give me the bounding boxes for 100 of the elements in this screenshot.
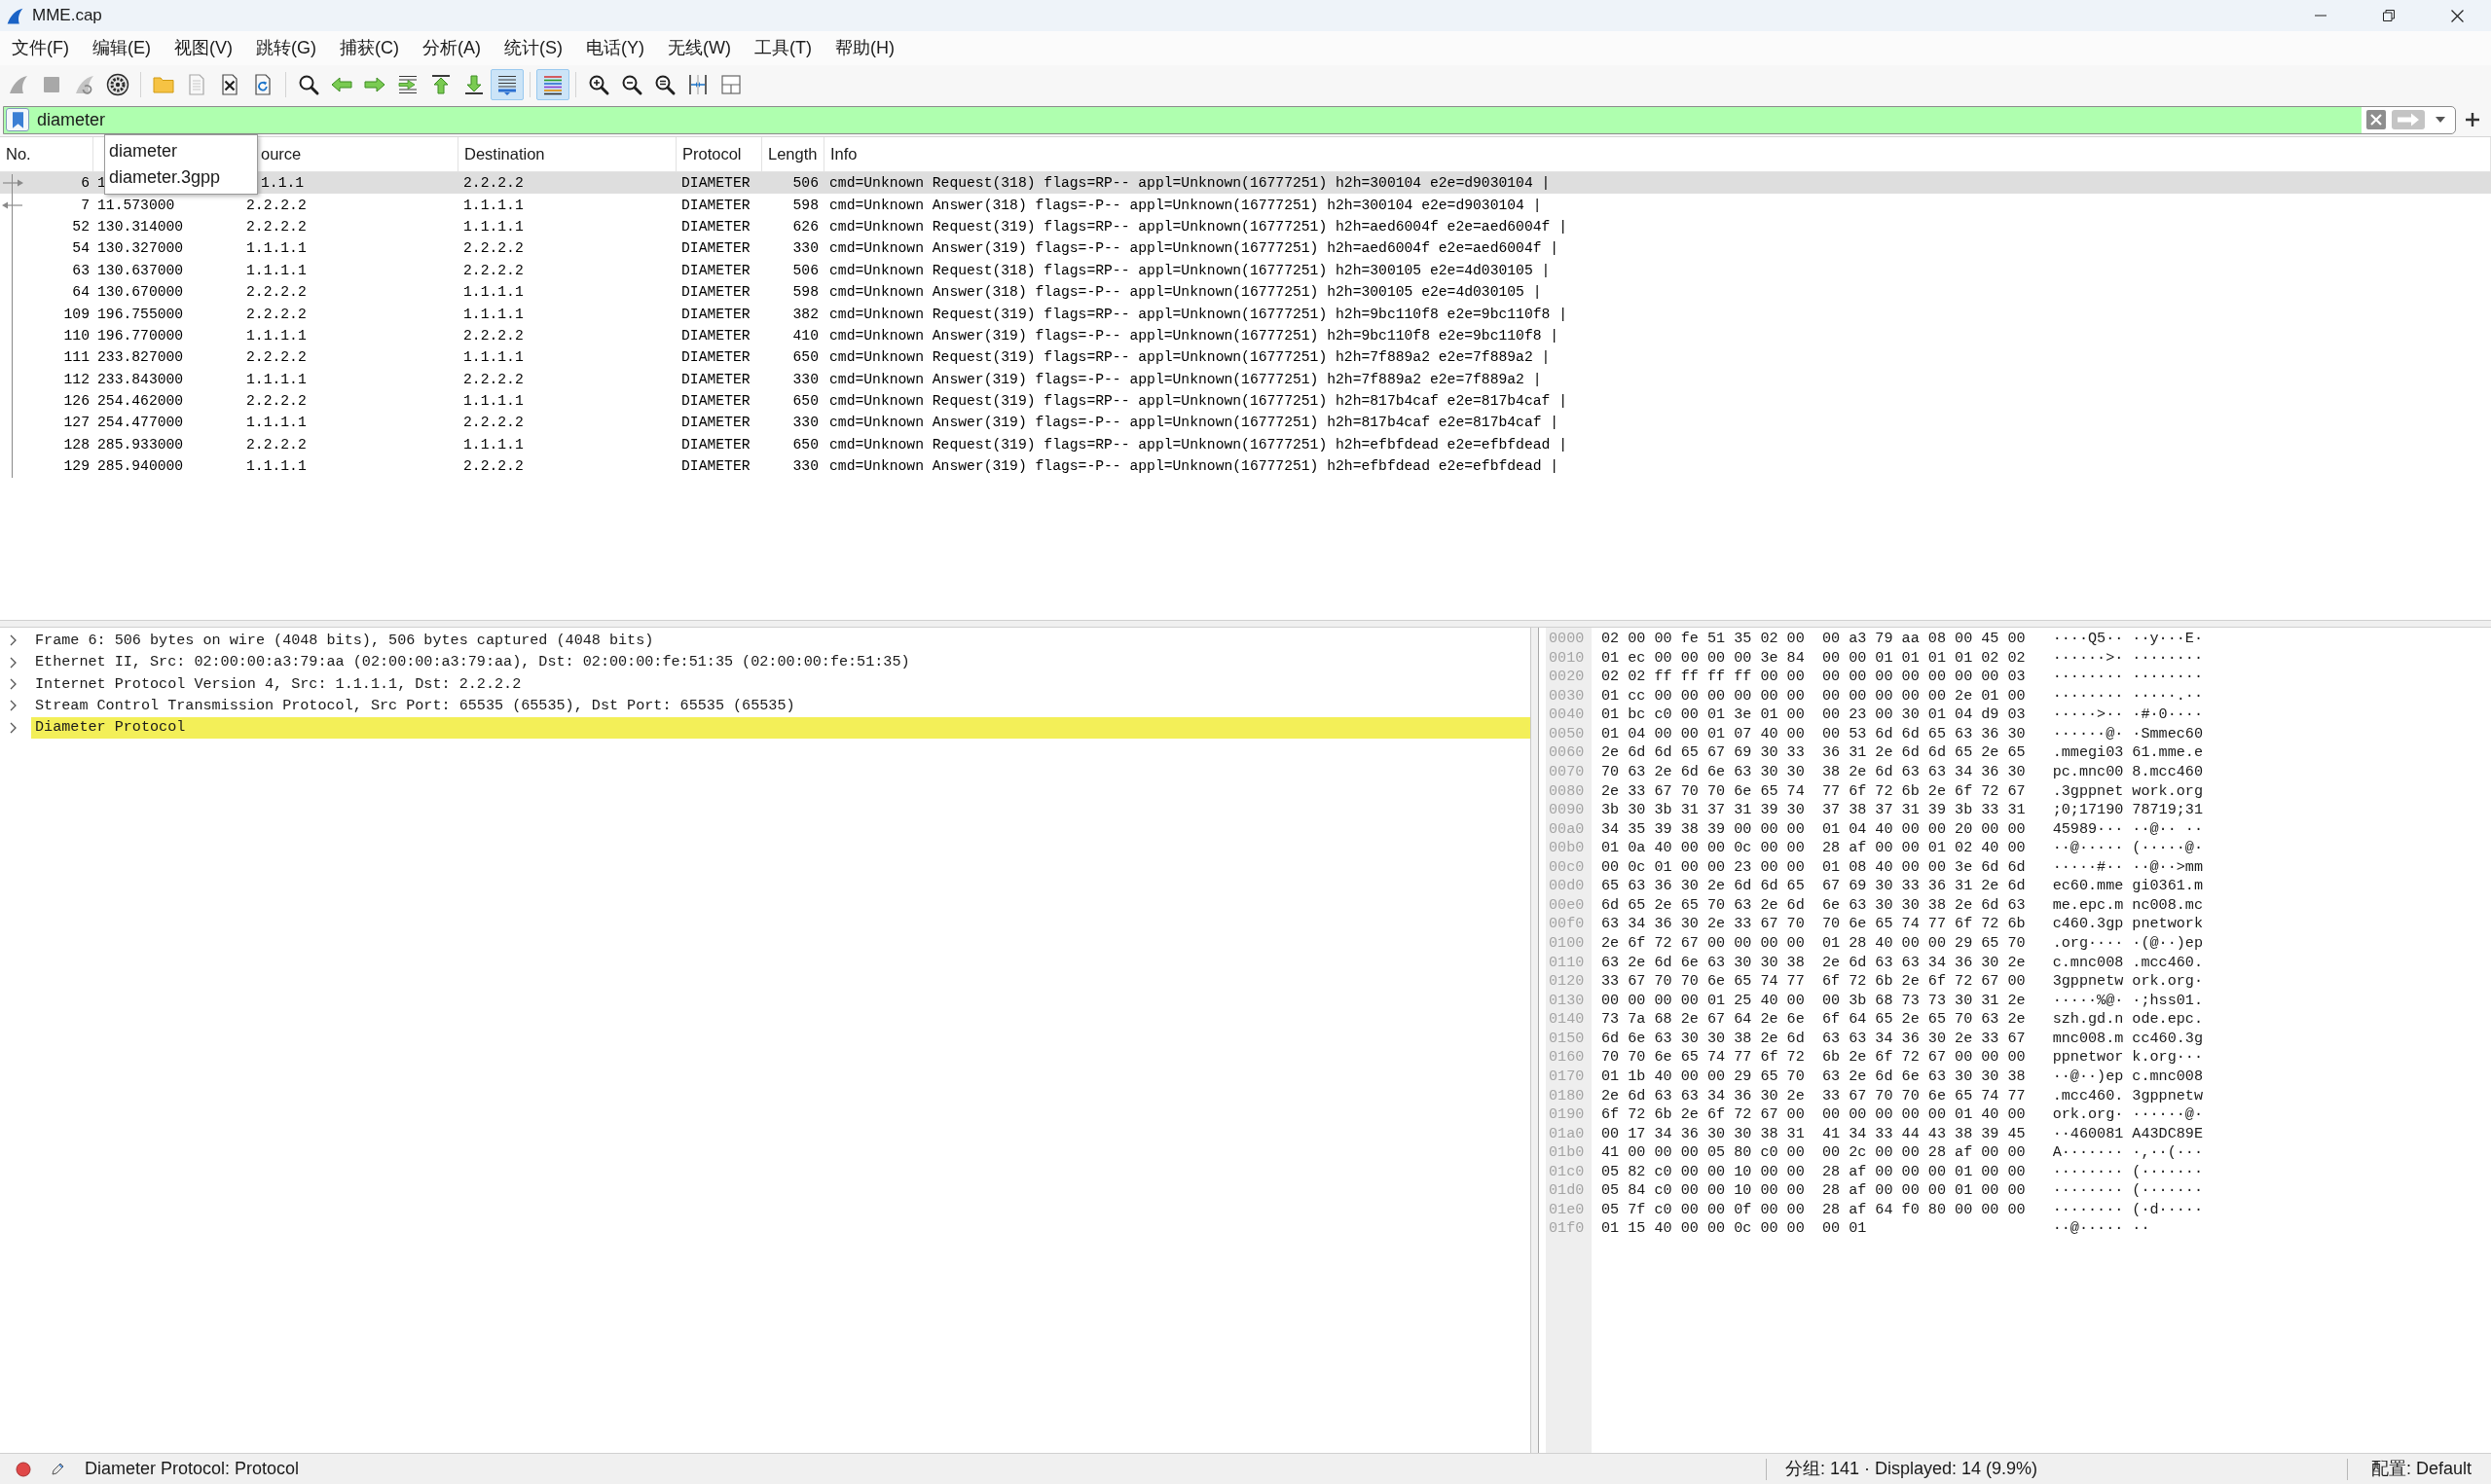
menu-item[interactable]: 工具(T) <box>742 32 824 64</box>
timestamp: 254.477000 <box>97 414 184 433</box>
menu-item[interactable]: 统计(S) <box>493 32 574 64</box>
colorize-button[interactable] <box>536 68 569 100</box>
hex-bytes: 02 02 ff ff ff ff 00 00 00 00 00 00 00 00 00 03 <box>1601 668 2026 687</box>
menu-item[interactable]: 电话(Y) <box>574 32 656 64</box>
ascii-text: ········ ·····.·· <box>2052 686 2203 706</box>
hex-bytes: 05 82 c0 00 00 10 00 00 28 af 00 00 00 01 00 00 <box>1601 1162 2026 1182</box>
destination-address: 2.2.2.2 <box>463 370 524 389</box>
menu-item[interactable]: 分析(A) <box>411 32 493 64</box>
profile-label[interactable]: 配置: Default <box>2371 1456 2473 1482</box>
source-address: 1.1.1.1 <box>246 370 307 389</box>
source-address: 1.1.1 <box>261 174 305 194</box>
packet-number: 128 <box>63 435 91 454</box>
status-dot-icon[interactable] <box>16 1461 31 1477</box>
clear-filter-button[interactable] <box>2365 108 2387 131</box>
protocol-name: DIAMETER <box>681 414 751 433</box>
byte-offset: 00c0 <box>1549 857 1585 878</box>
timestamp: 1 <box>97 174 106 194</box>
tree-item[interactable]: Internet Protocol Version 4, Src: 1.1.1.1, Dst: 2.2.2.2 <box>31 672 1530 696</box>
packet-row[interactable]: 112 233.843000 1.1.1.1 2.2.2.2 DIAMETER 330 cmd=Unknown Answer(319) flags=-P-- appl=Unknown(16777251) h2h=7f889a2 e2e=7f889a2 | <box>0 368 2491 390</box>
byte-offset: 0130 <box>1549 991 1585 1011</box>
pencil-icon[interactable] <box>50 1461 65 1477</box>
packet-info: cmd=Unknown Request(319) flags=RP-- appl=Unknown(16777251) h2h=7f889a2 e2e=7f889a2 | <box>829 348 1551 368</box>
menu-item[interactable]: 跳转(G) <box>244 32 328 64</box>
clear-icon <box>2366 110 2386 129</box>
packet-row[interactable]: 64 130.670000 2.2.2.2 1.1.1.1 DIAMETER 598 cmd=Unknown Answer(318) flags=-P-- appl=Unknown(16777251) h2h=300105 e2e=4d030105 | <box>0 280 2491 304</box>
window-title: MME.cap <box>32 5 102 27</box>
tree-item[interactable]: Ethernet II, Src: 02:00:00:a3:79:aa (02:00:00:a3:79:aa), Dst: 02:00:00:fe:51:35 (02:00:00:fe:51:35) <box>31 651 1530 673</box>
ascii-text: ··460081 A43DC89E <box>2052 1124 2203 1144</box>
destination-address: 2.2.2.2 <box>463 174 524 194</box>
ascii-text: mnc008.m cc460.3g <box>2052 1029 2203 1049</box>
timestamp: 11.573000 <box>97 196 175 215</box>
timestamp: 233.827000 <box>97 348 184 368</box>
columns-icon <box>686 72 710 96</box>
packet-row[interactable]: 63 130.637000 1.1.1.1 2.2.2.2 DIAMETER 506 cmd=Unknown Request(318) flags=RP-- appl=Unknown(16777251) h2h=300105 e2e=4d030105 | <box>0 259 2491 281</box>
ascii-text: .org···· ·(@··)ep <box>2052 934 2203 954</box>
column-header[interactable]: Destination <box>458 137 677 171</box>
packet-row[interactable]: 111 233.827000 2.2.2.2 1.1.1.1 DIAMETER 650 cmd=Unknown Request(319) flags=RP-- appl=Unknown(16777251) h2h=7f889a2 e2e=7f889a2 | <box>0 346 2491 369</box>
packet-row[interactable]: 126 254.462000 2.2.2.2 1.1.1.1 DIAMETER 650 cmd=Unknown Request(319) flags=RP-- appl=Unknown(16777251) h2h=817b4caf e2e=817b4caf | <box>0 389 2491 413</box>
packet-row[interactable]: 52 130.314000 2.2.2.2 1.1.1.1 DIAMETER 626 cmd=Unknown Request(319) flags=RP-- appl=Unknown(16777251) h2h=aed6004f e2e=aed6004f | <box>0 215 2491 238</box>
chevron-right-icon[interactable] <box>10 656 18 669</box>
menu-item[interactable]: 文件(F) <box>0 32 81 64</box>
byte-offset: 00b0 <box>1549 839 1585 858</box>
chevron-right-icon[interactable] <box>10 700 18 712</box>
display-filter-field[interactable]: diameter <box>4 106 2362 133</box>
packet-length: 650 <box>792 392 819 412</box>
menu-item[interactable]: 捕获(C) <box>328 32 411 64</box>
auto-scroll-button[interactable] <box>491 68 524 100</box>
caret-down-icon <box>2436 117 2445 123</box>
byte-offset: 0140 <box>1549 1010 1585 1030</box>
hex-bytes: 01 0a 40 00 00 0c 00 00 28 af 00 00 01 02 40 00 <box>1601 839 2026 858</box>
chevron-right-icon[interactable] <box>10 634 18 647</box>
packet-length: 410 <box>792 326 819 345</box>
destination-address: 1.1.1.1 <box>463 283 524 303</box>
column-header[interactable]: Info <box>824 137 2491 171</box>
chevron-right-icon[interactable] <box>10 721 18 734</box>
source-address: 2.2.2.2 <box>246 435 307 454</box>
packet-row[interactable]: 7 11.573000 2.2.2.2 1.1.1.1 DIAMETER 598 cmd=Unknown Answer(318) flags=-P-- appl=Unknown(16777251) h2h=300104 e2e=d9030104 | <box>0 194 2491 216</box>
menu-item[interactable]: 无线(W) <box>656 32 743 64</box>
column-header[interactable]: Length <box>762 137 824 171</box>
timestamp: 285.940000 <box>97 457 184 477</box>
tree-item[interactable]: Diameter Protocol <box>31 716 1530 739</box>
source-address: 1.1.1.1 <box>246 239 307 259</box>
grid-icon <box>719 72 743 96</box>
tree-item[interactable]: Frame 6: 506 bytes on wire (4048 bits), 506 bytes captured (4048 bits) <box>31 630 1530 652</box>
destination-address: 1.1.1.1 <box>463 305 524 324</box>
packet-row[interactable]: 110 196.770000 1.1.1.1 2.2.2.2 DIAMETER 410 cmd=Unknown Answer(319) flags=-P-- appl=Unknown(16777251) h2h=9bc110f8 e2e=9bc110f8 | <box>0 324 2491 347</box>
ascii-text: ppnetwor k.org··· <box>2052 1048 2203 1068</box>
chevron-right-icon[interactable] <box>10 677 18 690</box>
protocol-name: DIAMETER <box>681 283 751 303</box>
destination-address: 1.1.1.1 <box>463 348 524 368</box>
column-header[interactable]: No. <box>0 137 93 171</box>
packet-row[interactable]: 127 254.477000 1.1.1.1 2.2.2.2 DIAMETER 330 cmd=Unknown Answer(319) flags=-P-- appl=Unknown(16777251) h2h=817b4caf e2e=817b4caf | <box>0 412 2491 434</box>
timestamp: 130.314000 <box>97 217 184 236</box>
restore-icon <box>2383 10 2395 21</box>
source-address: 1.1.1.1 <box>246 457 307 477</box>
menu-item[interactable]: 视图(V) <box>163 32 244 64</box>
packet-row[interactable]: 128 285.933000 2.2.2.2 1.1.1.1 DIAMETER 650 cmd=Unknown Request(319) flags=RP-- appl=Unknown(16777251) h2h=efbfdead e2e=efbfdead | <box>0 433 2491 456</box>
packet-number: 54 <box>72 239 91 259</box>
protocol-name: DIAMETER <box>681 196 751 215</box>
byte-offset: 0180 <box>1549 1086 1585 1106</box>
packet-number: 110 <box>63 326 91 345</box>
destination-address: 2.2.2.2 <box>463 457 524 477</box>
packet-length: 506 <box>792 174 819 194</box>
menu-item[interactable]: 帮助(H) <box>823 32 906 64</box>
column-header[interactable]: Protocol <box>677 137 762 171</box>
byte-offset: 0040 <box>1549 706 1585 725</box>
hex-bytes: 6d 6e 63 30 30 38 2e 6d 63 63 34 36 30 2e 33 67 <box>1601 1029 2026 1049</box>
timestamp: 254.462000 <box>97 392 184 412</box>
menu-item[interactable]: 编辑(E) <box>81 32 163 64</box>
timestamp: 130.637000 <box>97 261 184 280</box>
source-address: 1.1.1.1 <box>246 326 307 345</box>
packet-row[interactable]: 109 196.755000 2.2.2.2 1.1.1.1 DIAMETER 382 cmd=Unknown Request(319) flags=RP-- appl=Unknown(16777251) h2h=9bc110f8 e2e=9bc110f8 | <box>0 303 2491 325</box>
packet-length: 598 <box>792 283 819 303</box>
bookmark-button[interactable] <box>6 108 29 131</box>
byte-offset: 01d0 <box>1549 1181 1585 1201</box>
packet-row[interactable]: 54 130.327000 1.1.1.1 2.2.2.2 DIAMETER 330 cmd=Unknown Answer(319) flags=-P-- appl=Unknown(16777251) h2h=aed6004f e2e=aed6004f | <box>0 237 2491 260</box>
tree-item[interactable]: Stream Control Transmission Protocol, Src Port: 65535 (65535), Dst Port: 65535 (65535) <box>31 695 1530 717</box>
packet-row[interactable]: 129 285.940000 1.1.1.1 2.2.2.2 DIAMETER 330 cmd=Unknown Answer(319) flags=-P-- appl=Unknown(16777251) h2h=efbfdead e2e=efbfdead | <box>0 455 2491 478</box>
